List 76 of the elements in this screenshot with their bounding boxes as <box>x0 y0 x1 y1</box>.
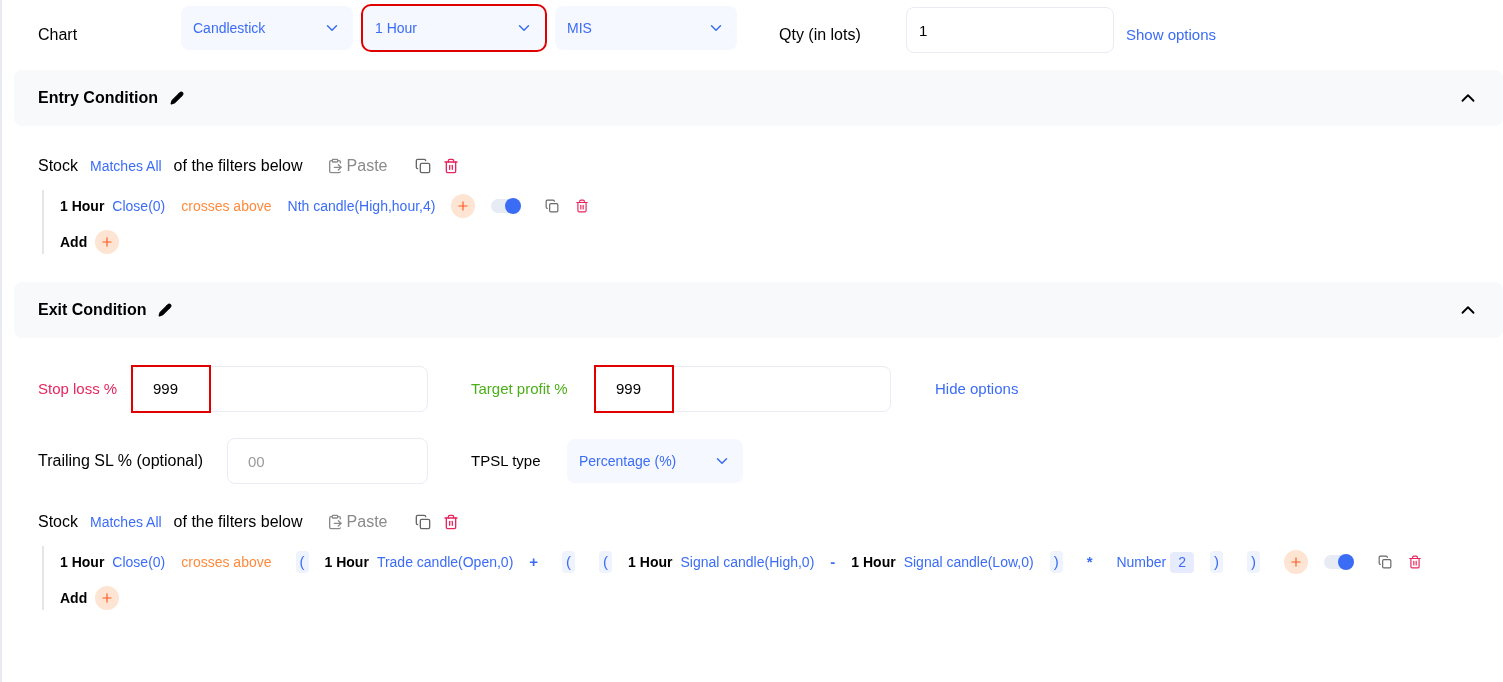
trash-icon[interactable] <box>443 514 460 530</box>
parenthesis-chip[interactable]: ( <box>562 550 576 574</box>
comparator-link[interactable]: crosses above <box>181 551 272 573</box>
clipboard-icon <box>326 514 343 530</box>
operator-symbol[interactable]: - <box>830 550 836 574</box>
dropdown-select[interactable]: 1 Hour <box>363 6 545 50</box>
add-label: Add <box>60 588 88 608</box>
plus-icon <box>100 591 115 605</box>
trash-icon[interactable] <box>1408 555 1423 569</box>
clipboard-icon <box>326 158 343 174</box>
indicator-link[interactable]: Close(0) <box>112 551 166 573</box>
indicator-link[interactable]: Signal candle(Low,0) <box>903 551 1034 573</box>
toggle-switch[interactable] <box>1324 555 1355 569</box>
indicator-link[interactable]: Trade candle(Open,0) <box>376 551 514 573</box>
parenthesis-chip[interactable]: ( <box>599 550 613 574</box>
timeframe-label: 1 Hour <box>324 552 369 572</box>
toggle-switch[interactable] <box>491 199 522 213</box>
number-value-chip[interactable]: 2 <box>1170 551 1195 573</box>
timeframe-label: 1 Hour <box>628 552 673 572</box>
tpsl-type-label: TPSL type <box>471 450 542 471</box>
parenthesis-chip[interactable]: ) <box>1210 550 1224 574</box>
copy-icon[interactable] <box>1378 555 1393 569</box>
hide-options-link[interactable]: Hide options <box>935 377 1019 401</box>
paste-button[interactable]: Paste <box>326 510 388 534</box>
matches-all-link[interactable]: Matches All <box>90 155 162 177</box>
section-header[interactable]: Entry Condition <box>14 70 1503 126</box>
field-value: 999 <box>133 367 209 411</box>
number-link[interactable]: Number <box>1116 551 1167 573</box>
section-title: Entry Condition <box>38 88 158 108</box>
parenthesis-chip[interactable]: ( <box>295 550 309 574</box>
operator-symbol[interactable]: * <box>1086 550 1093 574</box>
plus-icon <box>456 199 471 213</box>
add-label: Add <box>60 232 88 252</box>
timeframe-label: 1 Hour <box>60 552 105 572</box>
parenthesis-chip[interactable]: ) <box>1247 550 1261 574</box>
section-header[interactable]: Exit Condition <box>14 282 1503 338</box>
copy-icon[interactable] <box>415 158 432 174</box>
filters-caption: of the filters below <box>173 156 303 176</box>
toggle-knob <box>505 198 522 214</box>
qty-label: Qty (in lots) <box>779 25 862 45</box>
paste-button[interactable]: Paste <box>326 154 388 178</box>
copy-icon[interactable] <box>545 199 560 213</box>
trailing-sl-input[interactable]: 00 <box>227 438 428 484</box>
toggle-knob <box>1338 554 1355 570</box>
plus-icon <box>100 235 115 249</box>
timeframe-label: 1 Hour <box>851 552 896 572</box>
indicator-link[interactable]: Nth candle(High,hour,4) <box>287 195 436 217</box>
parenthesis-chip[interactable]: ) <box>1049 550 1063 574</box>
input-field[interactable]: 999 <box>132 366 428 412</box>
matches-all-link[interactable]: Matches All <box>90 511 162 533</box>
qty-input[interactable]: 1 <box>906 7 1114 53</box>
comparator-link[interactable]: crosses above <box>181 195 272 217</box>
chart-label: Chart <box>38 25 79 45</box>
operator-symbol[interactable]: + <box>529 550 539 574</box>
stop-loss-label: Stop loss % <box>38 378 119 399</box>
pencil-icon[interactable] <box>170 91 184 105</box>
indicator-link[interactable]: Close(0) <box>112 195 166 217</box>
section-title: Exit Condition <box>38 300 147 320</box>
target-profit-label: Target profit % <box>471 378 569 399</box>
timeframe-label: 1 Hour <box>60 196 105 216</box>
input-field[interactable]: 999 <box>595 366 891 412</box>
indicator-link[interactable]: Signal candle(High,0) <box>680 551 815 573</box>
filters-caption: of the filters below <box>173 512 303 532</box>
trash-icon[interactable] <box>575 199 590 213</box>
copy-icon[interactable] <box>415 514 432 530</box>
field-value: 999 <box>596 367 672 411</box>
dropdown-select[interactable]: MIS <box>555 6 737 50</box>
pencil-icon[interactable] <box>158 303 173 317</box>
dropdown-select[interactable]: Candlestick <box>181 6 353 50</box>
trailing-sl-label: Trailing SL % (optional) <box>38 451 205 471</box>
stock-label: Stock <box>38 512 78 532</box>
plus-icon <box>1289 555 1304 569</box>
show-options-link[interactable]: Show options <box>1126 23 1217 47</box>
trash-icon[interactable] <box>443 158 460 174</box>
stock-label: Stock <box>38 156 78 176</box>
dropdown-select[interactable]: Percentage (%) <box>567 439 743 483</box>
